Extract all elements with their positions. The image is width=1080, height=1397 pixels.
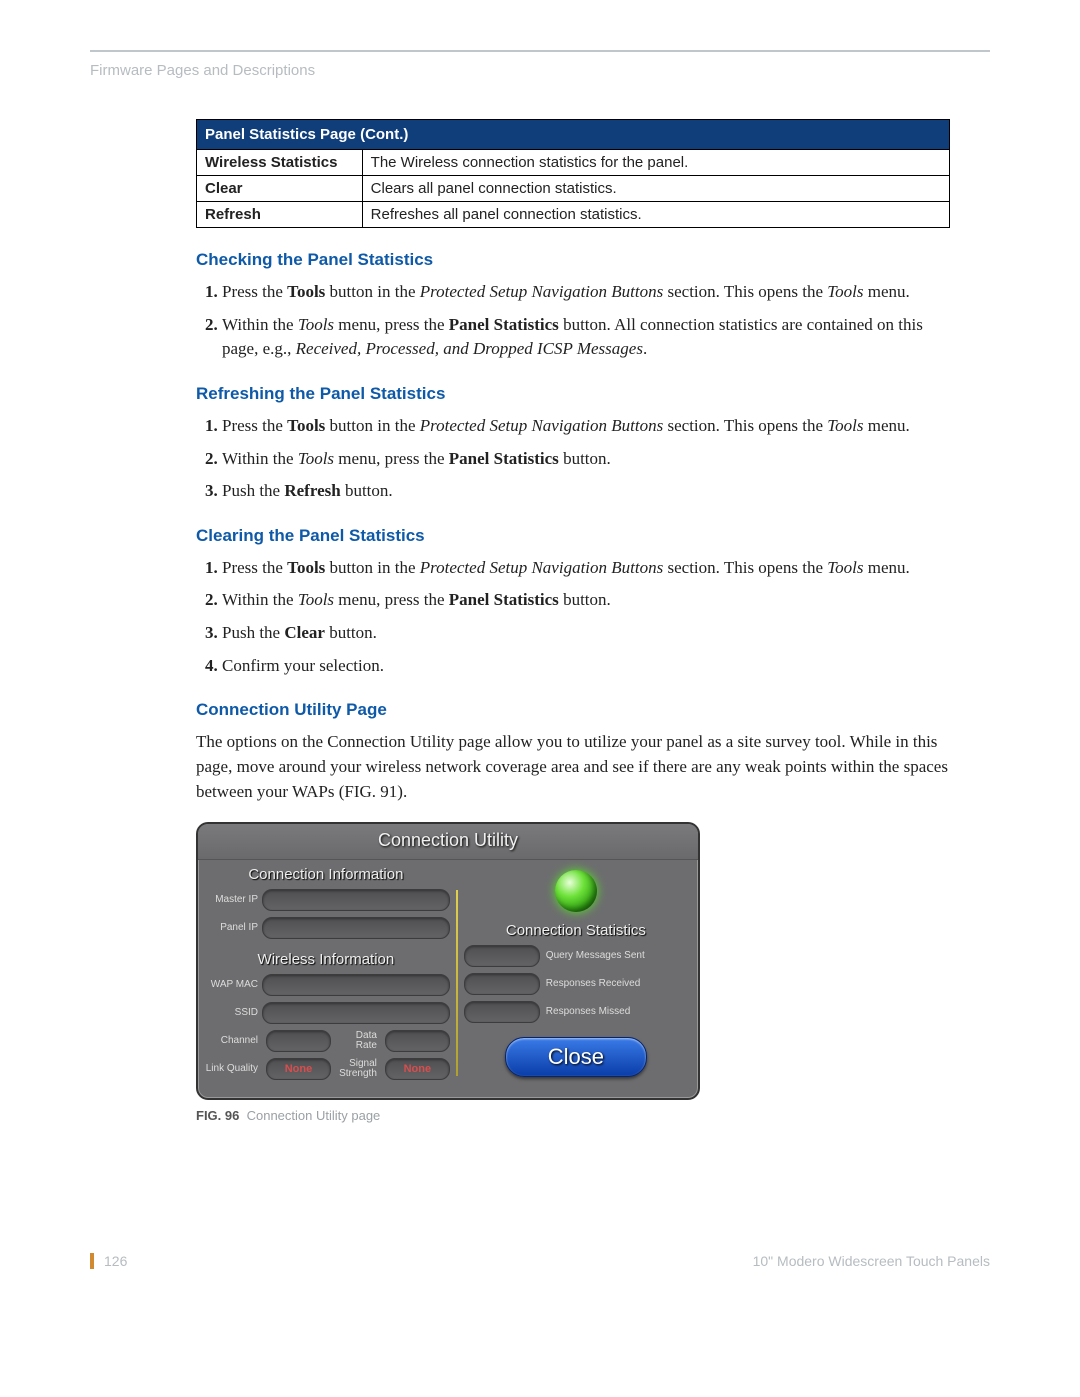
heading-refreshing: Refreshing the Panel Statistics bbox=[196, 384, 950, 404]
page-footer: 126 10" Modero Widescreen Touch Panels bbox=[90, 1253, 990, 1269]
cu-connection-stats-heading: Connection Statistics bbox=[506, 922, 646, 939]
table-row: Refresh Refreshes all panel connection s… bbox=[197, 202, 950, 228]
list-item: Press the Tools button in the Protected … bbox=[222, 414, 950, 439]
figure-caption: FIG. 96 Connection Utility page bbox=[196, 1108, 950, 1123]
close-button[interactable]: Close bbox=[505, 1037, 647, 1077]
cu-wap-mac-label: WAP MAC bbox=[202, 980, 262, 991]
cu-panel-ip-field[interactable] bbox=[262, 917, 450, 939]
clearing-steps: Press the Tools button in the Protected … bbox=[196, 556, 950, 679]
figure-caption-text: Connection Utility page bbox=[247, 1108, 381, 1123]
connection-utility-paragraph: The options on the Connection Utility pa… bbox=[196, 730, 950, 804]
cu-master-ip-label: Master IP bbox=[202, 895, 262, 906]
cu-data-rate-label: Data Rate bbox=[335, 1031, 381, 1052]
cu-title: Connection Utility bbox=[198, 824, 698, 860]
cu-channel-label: Channel bbox=[202, 1036, 262, 1047]
connection-utility-panel: Connection Utility Connection Informatio… bbox=[196, 822, 700, 1100]
status-led-icon bbox=[555, 870, 597, 912]
list-item: Press the Tools button in the Protected … bbox=[222, 280, 950, 305]
breadcrumb: Firmware Pages and Descriptions bbox=[90, 62, 990, 79]
cu-data-rate-field[interactable] bbox=[385, 1030, 450, 1052]
list-item: Within the Tools menu, press the Panel S… bbox=[222, 313, 950, 362]
table-title: Panel Statistics Page (Cont.) bbox=[197, 120, 950, 150]
heading-connection-utility: Connection Utility Page bbox=[196, 700, 950, 720]
cu-signal-strength-field[interactable]: None bbox=[385, 1058, 450, 1080]
list-item: Press the Tools button in the Protected … bbox=[222, 556, 950, 581]
table-cell-desc: The Wireless connection statistics for t… bbox=[362, 150, 949, 176]
list-item: Within the Tools menu, press the Panel S… bbox=[222, 588, 950, 613]
doc-title: 10" Modero Widescreen Touch Panels bbox=[753, 1253, 990, 1269]
cu-responses-received-field[interactable] bbox=[464, 973, 540, 995]
cu-panel-ip-label: Panel IP bbox=[202, 923, 262, 934]
figure-number: FIG. 96 bbox=[196, 1108, 239, 1123]
list-item: Confirm your selection. bbox=[222, 654, 950, 679]
cu-link-quality-field[interactable]: None bbox=[266, 1058, 331, 1080]
table-row: Clear Clears all panel connection statis… bbox=[197, 176, 950, 202]
cu-ssid-label: SSID bbox=[202, 1008, 262, 1019]
table-cell-desc: Clears all panel connection statistics. bbox=[362, 176, 949, 202]
table-cell-label: Wireless Statistics bbox=[197, 150, 363, 176]
cu-query-label: Query Messages Sent bbox=[546, 951, 688, 962]
panel-statistics-table: Panel Statistics Page (Cont.) Wireless S… bbox=[196, 119, 950, 228]
cu-wireless-info-heading: Wireless Information bbox=[202, 951, 450, 968]
heading-checking: Checking the Panel Statistics bbox=[196, 250, 950, 270]
refreshing-steps: Press the Tools button in the Protected … bbox=[196, 414, 950, 504]
checking-steps: Press the Tools button in the Protected … bbox=[196, 280, 950, 362]
cu-responses-missed-field[interactable] bbox=[464, 1001, 540, 1023]
cu-ssid-field[interactable] bbox=[262, 1002, 450, 1024]
cu-responses-missed-label: Responses Missed bbox=[546, 1007, 688, 1018]
table-cell-label: Refresh bbox=[197, 202, 363, 228]
table-cell-desc: Refreshes all panel connection statistic… bbox=[362, 202, 949, 228]
cu-query-field[interactable] bbox=[464, 945, 540, 967]
cu-responses-received-label: Responses Received bbox=[546, 979, 688, 990]
cu-divider bbox=[456, 890, 458, 1076]
figure-connection-utility: Connection Utility Connection Informatio… bbox=[196, 822, 950, 1123]
cu-connection-info-heading: Connection Information bbox=[202, 866, 450, 883]
list-item: Within the Tools menu, press the Panel S… bbox=[222, 447, 950, 472]
table-cell-label: Clear bbox=[197, 176, 363, 202]
page-number: 126 bbox=[90, 1253, 127, 1269]
list-item: Push the Clear button. bbox=[222, 621, 950, 646]
table-row: Wireless Statistics The Wireless connect… bbox=[197, 150, 950, 176]
cu-wap-mac-field[interactable] bbox=[262, 974, 450, 996]
cu-channel-field[interactable] bbox=[266, 1030, 331, 1052]
heading-clearing: Clearing the Panel Statistics bbox=[196, 526, 950, 546]
cu-link-quality-label: Link Quality bbox=[202, 1064, 262, 1075]
cu-signal-strength-label: Signal Strength bbox=[335, 1059, 381, 1080]
list-item: Push the Refresh button. bbox=[222, 479, 950, 504]
cu-master-ip-field[interactable] bbox=[262, 889, 450, 911]
